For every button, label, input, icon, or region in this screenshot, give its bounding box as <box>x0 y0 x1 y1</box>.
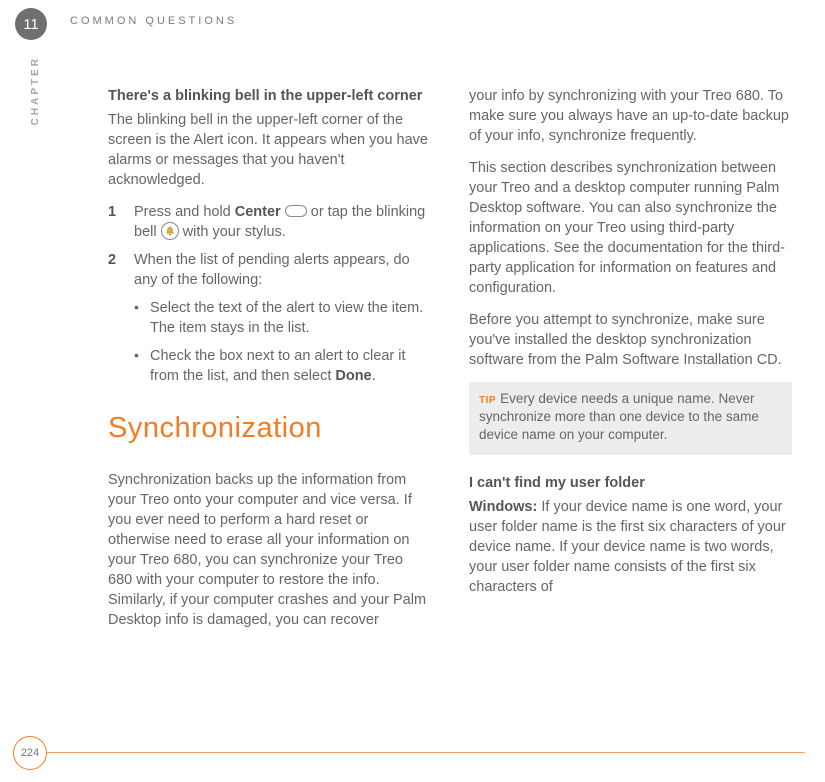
bullet-dot-icon: • <box>134 298 140 338</box>
step-text: with your stylus. <box>179 224 286 240</box>
step-number: 1 <box>108 202 120 242</box>
para-sync-intro: Synchronization backs up the information… <box>108 470 431 630</box>
bullet-text: . <box>372 368 376 384</box>
footer-divider <box>47 752 805 753</box>
bullet-body: Check the box next to an alert to clear … <box>150 346 431 386</box>
content-area: There's a blinking bell in the upper-lef… <box>108 86 792 630</box>
para-alert-icon: The blinking bell in the upper-left corn… <box>108 110 431 190</box>
chapter-number-badge: 11 <box>15 8 47 40</box>
tip-text: Every device needs a unique name. Never … <box>479 391 759 442</box>
windows-label: Windows: <box>469 499 537 515</box>
para-sync-continue: your info by synchronizing with your Tre… <box>469 86 792 146</box>
chapter-vertical-label: CHAPTER <box>30 56 41 125</box>
step-body: Press and hold Center or tap the blinkin… <box>134 202 431 242</box>
subhead-user-folder: I can't find my user folder <box>469 473 792 493</box>
bullet-check-box: • Check the box next to an alert to clea… <box>134 346 431 386</box>
section-title-synchronization: Synchronization <box>108 408 431 448</box>
para-sync-desktop: This section describes synchronization b… <box>469 158 792 298</box>
right-column: your info by synchronizing with your Tre… <box>469 86 792 630</box>
bullet-dot-icon: • <box>134 346 140 386</box>
bell-icon <box>161 222 179 240</box>
page-number-badge: 224 <box>13 736 47 770</box>
bullet-body: Select the text of the alert to view the… <box>150 298 431 338</box>
step-number: 2 <box>108 250 120 290</box>
para-windows-folder: Windows: If your device name is one word… <box>469 497 792 597</box>
subhead-blinking-bell: There's a blinking bell in the upper-lef… <box>108 86 431 106</box>
step-2: 2 When the list of pending alerts appear… <box>108 250 431 290</box>
bullet-select-text: • Select the text of the alert to view t… <box>134 298 431 338</box>
done-label: Done <box>335 368 371 384</box>
tip-label: TIP <box>479 395 496 406</box>
chapter-number: 11 <box>23 16 39 33</box>
center-button-label: Center <box>235 204 281 220</box>
center-button-icon <box>285 205 307 217</box>
left-column: There's a blinking bell in the upper-lef… <box>108 86 431 630</box>
step-1: 1 Press and hold Center or tap the blink… <box>108 202 431 242</box>
step-text: Press and hold <box>134 204 235 220</box>
page-number: 224 <box>21 747 39 759</box>
para-sync-install: Before you attempt to synchronize, make … <box>469 310 792 370</box>
step-body: When the list of pending alerts appears,… <box>134 250 431 290</box>
tip-box: TIPEvery device needs a unique name. Nev… <box>469 382 792 455</box>
running-head: COMMON QUESTIONS <box>70 15 237 27</box>
